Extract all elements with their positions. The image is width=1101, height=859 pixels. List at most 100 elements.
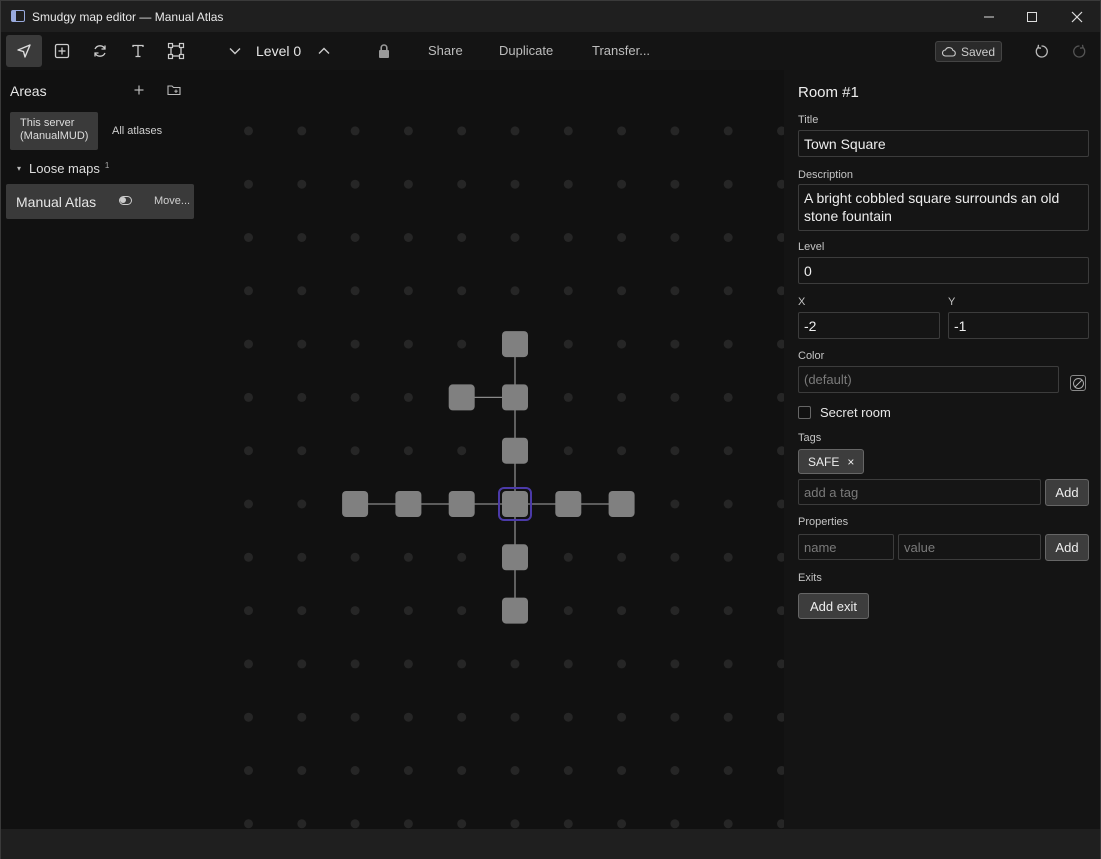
transfer-button[interactable]: Transfer...	[592, 43, 650, 58]
grid-dot	[617, 233, 627, 242]
level-input[interactable]: 0	[798, 257, 1089, 284]
grid-dot	[297, 552, 307, 562]
y-input[interactable]: -1	[948, 312, 1089, 339]
share-button[interactable]: Share	[428, 43, 463, 58]
lock-icon	[379, 44, 389, 58]
level-down-button[interactable]	[217, 35, 253, 67]
grid-dot	[244, 339, 253, 349]
tab-this-server[interactable]: This server (ManualMUD)	[10, 112, 98, 150]
grid-dot	[723, 233, 733, 242]
add-tag-button[interactable]: Add	[1045, 479, 1089, 506]
property-name-input[interactable]: name	[798, 534, 894, 560]
loose-maps-count: 1	[104, 161, 110, 170]
clear-color-icon[interactable]	[1070, 375, 1086, 391]
grid-dot	[617, 766, 627, 775]
duplicate-button[interactable]: Duplicate	[499, 43, 553, 58]
room-node[interactable]	[555, 491, 582, 517]
room-node[interactable]	[342, 491, 369, 517]
grid-dot	[670, 286, 680, 296]
grid-dot	[777, 392, 784, 402]
add-room-tool-button[interactable]	[44, 35, 80, 67]
grid-dot	[510, 766, 520, 775]
grid-dot	[244, 606, 253, 616]
x-input[interactable]: -2	[798, 312, 940, 339]
grid-dot	[563, 179, 573, 189]
grid-dot	[297, 286, 307, 296]
grid-dot	[777, 659, 784, 669]
exits-label: Exits	[798, 572, 822, 584]
minimize-button[interactable]	[966, 1, 1012, 32]
grid-dot	[457, 552, 467, 562]
room-node[interactable]	[395, 491, 422, 517]
secret-room-checkbox[interactable]	[798, 406, 811, 419]
room-node[interactable]	[502, 384, 528, 411]
color-input[interactable]: (default)	[798, 366, 1059, 393]
text-tool-button[interactable]	[120, 35, 156, 67]
level-up-button[interactable]	[306, 35, 342, 67]
tab-all-atlases[interactable]: All atlases	[112, 125, 162, 137]
areas-heading: Areas	[10, 83, 47, 99]
grid-dot	[777, 712, 784, 722]
description-textarea[interactable]: A bright cobbled square surrounds an old…	[798, 184, 1089, 231]
grid-dot	[670, 499, 680, 509]
area-select-tool-button[interactable]	[158, 35, 194, 67]
map-svg[interactable]	[199, 70, 784, 829]
grid-dot	[457, 659, 467, 669]
remove-tag-icon[interactable]: ×	[847, 455, 854, 469]
grid-dot	[297, 712, 307, 722]
room-node[interactable]	[502, 597, 528, 624]
room-node[interactable]	[448, 384, 475, 411]
grid-dot	[244, 392, 253, 402]
grid-dot	[297, 392, 307, 402]
add-property-button[interactable]: Add	[1045, 534, 1089, 561]
select-tool-button[interactable]	[6, 35, 42, 67]
grid-dot	[457, 712, 467, 722]
grid-dot	[244, 659, 253, 669]
room-node-selected[interactable]	[502, 491, 528, 517]
grid-dot	[510, 179, 520, 189]
grid-dot	[777, 499, 784, 509]
close-button[interactable]	[1054, 1, 1100, 32]
grid-dot	[350, 179, 360, 189]
grid-dot	[617, 339, 627, 349]
room-node[interactable]	[502, 437, 528, 464]
loose-maps-group[interactable]: ▾ Loose maps 1	[17, 161, 109, 176]
areas-sidebar: Areas This server (ManualMUD) All atlase…	[1, 70, 199, 829]
grid-dot	[457, 339, 467, 349]
maximize-button[interactable]	[1009, 1, 1055, 32]
grid-dot	[297, 606, 307, 616]
connect-tool-button[interactable]	[82, 35, 118, 67]
title-input[interactable]: Town Square	[798, 130, 1089, 157]
grid-dot	[350, 392, 360, 402]
room-node[interactable]	[608, 491, 635, 517]
grid-dot	[777, 233, 784, 242]
minimize-icon	[984, 16, 994, 17]
tag-input[interactable]: add a tag	[798, 479, 1041, 505]
description-label: Description	[798, 169, 854, 181]
redo-button[interactable]	[1061, 35, 1097, 67]
undo-button[interactable]	[1023, 35, 1059, 67]
grid-dot	[563, 392, 573, 402]
plus-square-icon	[54, 43, 70, 59]
add-folder-button[interactable]	[167, 83, 181, 99]
add-area-button[interactable]	[133, 83, 145, 99]
map-canvas[interactable]	[199, 70, 784, 829]
property-value-input[interactable]: value	[898, 534, 1041, 560]
add-exit-button[interactable]: Add exit	[798, 593, 869, 619]
grid-dot	[403, 392, 413, 402]
app-window: Smudgy map editor — Manual Atlas Level 0…	[0, 0, 1101, 859]
loose-maps-label: Loose maps	[29, 161, 100, 176]
room-node[interactable]	[448, 491, 475, 517]
toggle-icon[interactable]	[119, 196, 132, 205]
grid-dot	[403, 179, 413, 189]
grid-dot	[457, 233, 467, 242]
room-node[interactable]	[502, 331, 528, 358]
atlas-item-manual-atlas[interactable]: Manual Atlas Move...	[6, 184, 194, 219]
lock-button[interactable]	[366, 35, 402, 67]
atlas-move-button[interactable]: Move...	[154, 195, 190, 207]
grid-dot	[670, 233, 680, 242]
grid-dot	[670, 446, 680, 456]
room-node[interactable]	[502, 544, 528, 571]
grid-dot	[244, 446, 253, 456]
grid-dot	[617, 392, 627, 402]
